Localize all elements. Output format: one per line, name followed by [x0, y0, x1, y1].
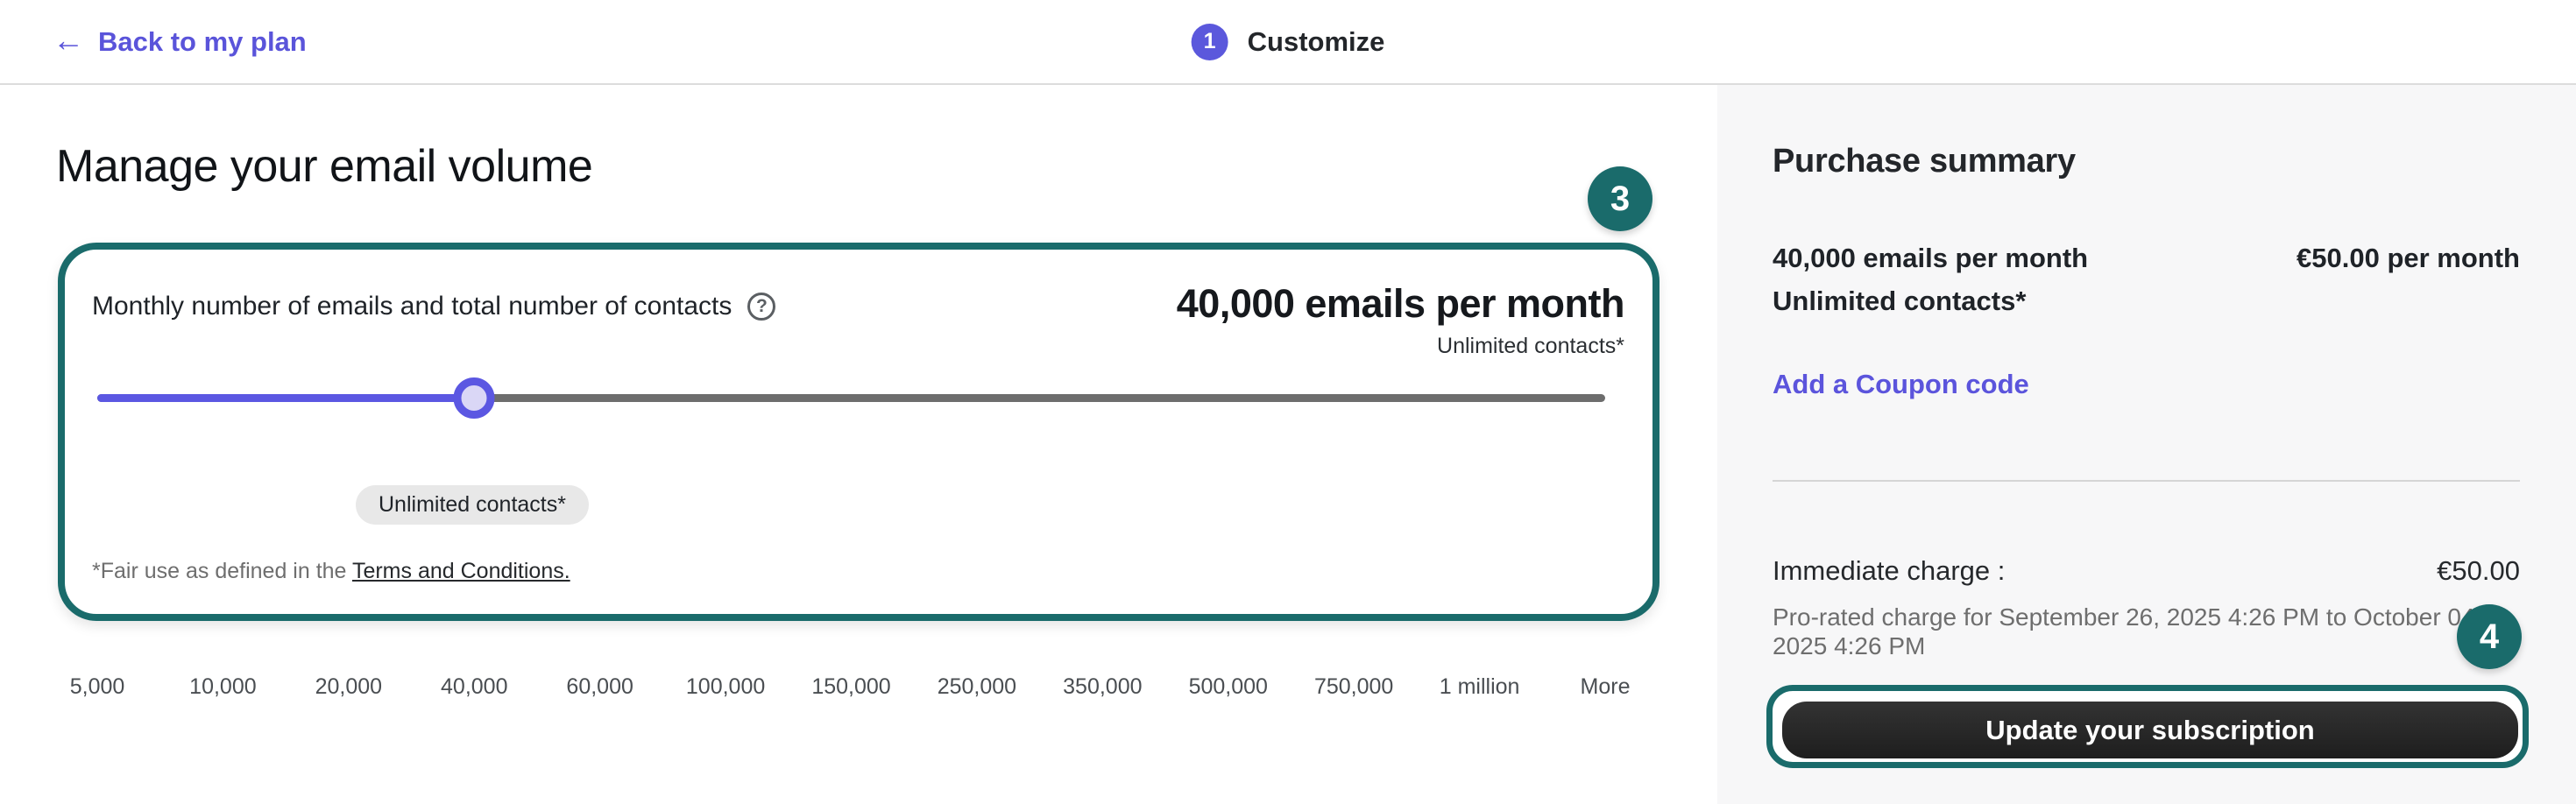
slider-handle[interactable]: [454, 377, 495, 419]
immediate-charge-value: €50.00: [2437, 555, 2520, 587]
update-subscription-button[interactable]: Update your subscription: [1782, 702, 2518, 758]
back-link[interactable]: ← Back to my plan: [53, 0, 307, 83]
slider-tick-label: 5,000: [70, 674, 125, 700]
line-item-price: €50.00 per month: [2296, 243, 2520, 274]
purchase-summary-title: Purchase summary: [1773, 143, 2076, 180]
immediate-charge-label: Immediate charge :: [1773, 555, 2005, 587]
slider-tick-label: 150,000: [811, 674, 890, 700]
fair-use-footnote: *Fair use as defined in the Terms and Co…: [92, 559, 570, 584]
annotation-cta-outline: Update your subscription: [1766, 685, 2529, 768]
prorate-note: Pro-rated charge for September 26, 2025 …: [1773, 603, 2520, 660]
footnote-text: *Fair use as defined in the: [92, 559, 352, 583]
terms-and-conditions-link[interactable]: Terms and Conditions.: [352, 559, 570, 583]
slider-fill: [97, 394, 474, 402]
stepper: 1 Customize: [1192, 0, 1385, 83]
purchase-summary-panel: Purchase summary 40,000 emails per month…: [1717, 85, 2576, 804]
email-volume-card: Monthly number of emails and total numbe…: [58, 243, 1660, 621]
back-link-label: Back to my plan: [98, 26, 307, 58]
slider-tick-row: 5,00010,00020,00040,00060,000100,000150,…: [97, 674, 1605, 701]
step-number-badge: 1: [1192, 24, 1228, 60]
slider-tick-label: 350,000: [1063, 674, 1142, 700]
page-title: Manage your email volume: [56, 140, 592, 193]
back-arrow-icon: ←: [53, 25, 84, 56]
line-item-contacts: Unlimited contacts*: [1773, 286, 2026, 317]
step-label: Customize: [1248, 26, 1385, 58]
page: ← Back to my plan 1 Customize Manage you…: [0, 0, 2576, 804]
top-bar: ← Back to my plan 1 Customize: [0, 0, 2576, 85]
summary-line-item: 40,000 emails per month €50.00 per month: [1773, 243, 2520, 274]
slider-tick-label: 250,000: [938, 674, 1016, 700]
annotation-step-3-badge: 3: [1588, 166, 1652, 231]
annotation-step-4-badge: 4: [2457, 604, 2522, 669]
line-item-name: 40,000 emails per month: [1773, 243, 2088, 274]
slider-tick-label: 10,000: [189, 674, 256, 700]
slider-tick-label: 40,000: [441, 674, 507, 700]
summary-divider: [1773, 480, 2520, 482]
slider-tick-label: More: [1581, 674, 1631, 700]
add-coupon-link[interactable]: Add a Coupon code: [1773, 369, 2029, 400]
slider-tick-label: 60,000: [566, 674, 633, 700]
slider-tick-label: 1 million: [1440, 674, 1520, 700]
slider-tick-label: 750,000: [1314, 674, 1393, 700]
slider-tick-label: 100,000: [686, 674, 765, 700]
unlimited-contacts-badge: Unlimited contacts*: [356, 485, 589, 525]
slider-tick-label: 20,000: [315, 674, 382, 700]
slider-track[interactable]: [97, 394, 1605, 402]
slider-tick-label: 500,000: [1189, 674, 1268, 700]
immediate-charge-row: Immediate charge : €50.00: [1773, 555, 2520, 587]
